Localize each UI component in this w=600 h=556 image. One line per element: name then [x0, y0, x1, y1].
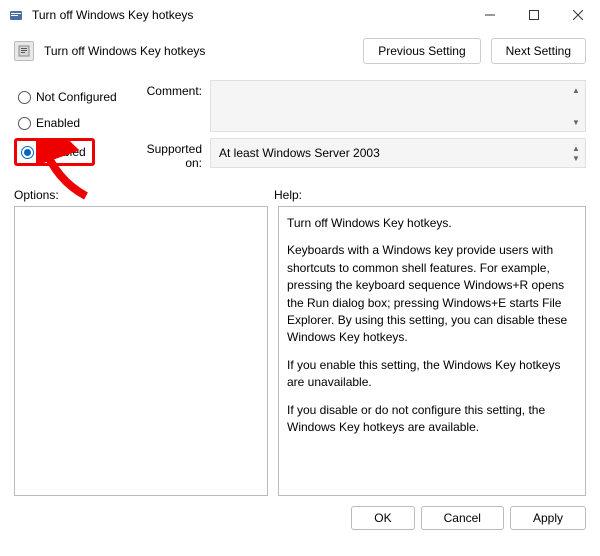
minimize-button[interactable] — [468, 0, 512, 30]
header-row: Turn off Windows Key hotkeys Previous Se… — [0, 30, 600, 76]
previous-setting-button[interactable]: Previous Setting — [363, 38, 480, 64]
supported-row: Supported on: At least Windows Server 20… — [130, 138, 586, 170]
supported-value: At least Windows Server 2003 — [219, 146, 380, 160]
help-paragraph: If you disable or do not configure this … — [287, 402, 577, 437]
radio-label: Not Configured — [36, 90, 117, 104]
radio-icon — [21, 146, 34, 159]
close-button[interactable] — [556, 0, 600, 30]
footer: OK Cancel Apply — [0, 496, 600, 540]
radio-label: Enabled — [36, 116, 80, 130]
scroll-down-icon[interactable]: ▼ — [568, 114, 584, 130]
options-label: Options: — [14, 188, 274, 202]
fields-column: Comment: ▲ ▼ Supported on: At least Wind… — [130, 80, 586, 176]
ok-button[interactable]: OK — [351, 506, 414, 530]
highlight-annotation: Disabled — [14, 138, 95, 166]
comment-input[interactable]: ▲ ▼ — [210, 80, 586, 132]
cancel-button[interactable]: Cancel — [421, 506, 504, 530]
supported-label: Supported on: — [130, 138, 210, 170]
panels-labels: Options: Help: — [0, 178, 600, 206]
scroll-up-icon[interactable]: ▲ — [568, 82, 584, 98]
group-policy-icon — [8, 7, 24, 23]
radio-disabled[interactable]: Disabled — [19, 143, 88, 161]
radio-not-configured[interactable]: Not Configured — [14, 84, 122, 110]
scroll-down-icon[interactable]: ▼ — [568, 150, 584, 166]
window-title: Turn off Windows Key hotkeys — [32, 8, 468, 22]
help-paragraph: Keyboards with a Windows key provide use… — [287, 242, 577, 346]
next-setting-button[interactable]: Next Setting — [491, 38, 586, 64]
comment-label: Comment: — [130, 80, 210, 98]
apply-button[interactable]: Apply — [510, 506, 586, 530]
radio-group: Not Configured Enabled Disabled — [14, 80, 122, 176]
radio-enabled[interactable]: Enabled — [14, 110, 122, 136]
options-panel[interactable] — [14, 206, 268, 496]
window-controls — [468, 0, 600, 30]
titlebar: Turn off Windows Key hotkeys — [0, 0, 600, 30]
comment-row: Comment: ▲ ▼ — [130, 80, 586, 132]
help-panel[interactable]: Turn off Windows Key hotkeys. Keyboards … — [278, 206, 586, 496]
policy-icon — [14, 41, 34, 61]
panels: Turn off Windows Key hotkeys. Keyboards … — [0, 206, 600, 496]
help-paragraph: If you enable this setting, the Windows … — [287, 357, 577, 392]
config-area: Not Configured Enabled Disabled Comment:… — [0, 76, 600, 178]
help-label: Help: — [274, 188, 302, 202]
policy-title: Turn off Windows Key hotkeys — [44, 44, 353, 58]
help-paragraph: Turn off Windows Key hotkeys. — [287, 215, 577, 232]
radio-label: Disabled — [39, 145, 86, 159]
radio-icon — [18, 91, 31, 104]
maximize-button[interactable] — [512, 0, 556, 30]
supported-value-box: At least Windows Server 2003 ▲ ▼ — [210, 138, 586, 168]
radio-icon — [18, 117, 31, 130]
